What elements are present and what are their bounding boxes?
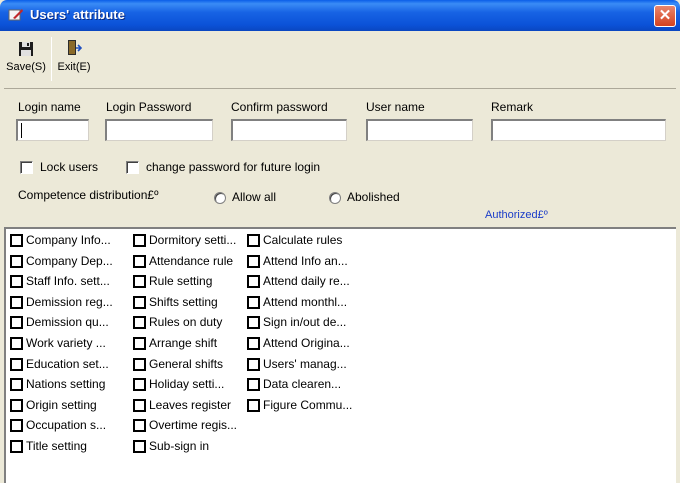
authorized-label: Authorized£º xyxy=(485,209,548,221)
allow-all-label: Allow all xyxy=(232,190,277,204)
toolbar: Save(S) Exit(E) xyxy=(4,31,676,89)
user-name-field[interactable] xyxy=(366,119,473,141)
permission-label: Education set... xyxy=(26,356,109,371)
user-name-label: User name xyxy=(366,100,425,114)
permission-checkbox[interactable] xyxy=(10,234,23,247)
permission-checkbox[interactable] xyxy=(247,254,260,268)
permission-label: Data clearen... xyxy=(263,377,342,392)
text-caret xyxy=(21,123,22,138)
permission-checkbox[interactable] xyxy=(247,398,260,412)
permission-checkbox[interactable] xyxy=(10,275,23,289)
permission-checkbox[interactable] xyxy=(247,275,260,289)
permission-checkbox[interactable] xyxy=(133,440,146,453)
permission-checkbox[interactable] xyxy=(247,337,260,350)
confirm-password-label: Confirm password xyxy=(231,100,328,114)
login-password-field[interactable] xyxy=(105,119,213,141)
close-icon: ✕ xyxy=(658,7,672,24)
permission-label: Users' manag... xyxy=(263,356,347,371)
permission-label: Dormitory setti... xyxy=(149,233,237,247)
permission-label: Company Dep... xyxy=(26,253,113,268)
permission-label: Occupation s... xyxy=(26,418,107,433)
permission-checkbox[interactable] xyxy=(133,275,146,289)
permission-label: Work variety ... xyxy=(26,336,106,350)
remark-field[interactable] xyxy=(491,119,666,141)
permission-label: Demission qu... xyxy=(26,315,109,330)
save-button[interactable]: Save(S) xyxy=(6,37,46,85)
title-bar: Users' attribute ✕ xyxy=(0,0,680,31)
allow-all-radio[interactable] xyxy=(214,192,226,204)
permission-checkbox[interactable] xyxy=(133,419,146,433)
permission-label: Attend daily re... xyxy=(263,274,350,289)
permission-label: Nations setting xyxy=(26,377,106,392)
permission-checkbox[interactable] xyxy=(133,337,146,350)
permission-label: Attend monthl... xyxy=(263,294,348,309)
permission-label: Origin setting xyxy=(26,397,97,412)
permission-label: Staff Info. sett... xyxy=(26,274,110,289)
permission-label: Calculate rules xyxy=(263,233,343,247)
save-label: Save(S) xyxy=(6,61,46,73)
lock-users-checkbox[interactable] xyxy=(20,161,33,174)
app-icon xyxy=(8,7,24,23)
abolished-label: Abolished xyxy=(347,190,400,204)
window-title: Users' attribute xyxy=(30,7,125,22)
permission-label: Attend Origina... xyxy=(263,336,350,350)
permission-label: Sign in/out de... xyxy=(263,315,347,330)
permission-checkbox[interactable] xyxy=(133,234,146,247)
permission-label: Figure Commu... xyxy=(263,397,353,412)
change-password-checkbox[interactable] xyxy=(126,161,139,174)
permission-label: Arrange shift xyxy=(149,336,218,350)
login-name-label: Login name xyxy=(18,100,81,114)
abolished-radio[interactable] xyxy=(329,192,341,204)
permission-checkbox[interactable] xyxy=(133,254,146,268)
permission-label: Shifts setting xyxy=(149,294,218,309)
permission-checkbox[interactable] xyxy=(247,234,260,247)
permission-checkbox[interactable] xyxy=(10,398,23,412)
permission-checkbox[interactable] xyxy=(10,337,23,350)
permission-checkbox[interactable] xyxy=(133,316,146,330)
user-form: Login name Login Password Confirm passwo… xyxy=(4,90,676,226)
toolbar-separator xyxy=(51,37,52,81)
confirm-password-field[interactable] xyxy=(231,119,347,141)
permission-checkbox[interactable] xyxy=(133,378,146,392)
close-button[interactable]: ✕ xyxy=(654,5,676,27)
permission-label: Overtime regis... xyxy=(149,418,238,433)
permission-label: Sub-sign in xyxy=(149,439,210,453)
lock-users-label: Lock users xyxy=(40,160,99,174)
remark-label: Remark xyxy=(491,100,534,114)
change-password-label: change password for future login xyxy=(146,160,321,174)
exit-button[interactable]: Exit(E) xyxy=(56,37,92,85)
permission-label: Rules on duty xyxy=(149,315,223,330)
login-name-field[interactable] xyxy=(16,119,89,141)
permission-label: Company Info... xyxy=(26,233,111,247)
permission-checkbox[interactable] xyxy=(10,419,23,433)
floppy-disk-icon xyxy=(6,37,46,59)
permission-checkbox[interactable] xyxy=(10,440,23,453)
permissions-panel: Company Info... Company Dep... Staff Info.… xyxy=(4,227,676,483)
permission-label: Title setting xyxy=(26,439,87,453)
permission-checkbox[interactable] xyxy=(247,316,260,330)
exit-door-icon xyxy=(56,37,92,59)
permission-checkbox[interactable] xyxy=(10,378,23,392)
permission-checkbox[interactable] xyxy=(247,295,260,309)
permission-checkbox[interactable] xyxy=(247,378,260,392)
permission-checkbox[interactable] xyxy=(10,316,23,330)
permission-checkbox[interactable] xyxy=(133,295,146,309)
permission-label: Attend Info an... xyxy=(263,253,348,268)
permission-checkbox[interactable] xyxy=(10,357,23,371)
competence-distribution-label: Competence distribution£º xyxy=(18,188,159,202)
permission-checkbox[interactable] xyxy=(10,295,23,309)
permission-label: Attendance rule xyxy=(149,253,234,268)
permission-label: Holiday setti... xyxy=(149,377,225,392)
permission-checkbox[interactable] xyxy=(247,357,260,371)
permission-label: Demission reg... xyxy=(26,294,113,309)
permission-label: General shifts xyxy=(149,356,224,371)
permission-checkbox[interactable] xyxy=(133,398,146,412)
permission-checkbox[interactable] xyxy=(133,357,146,371)
login-password-label: Login Password xyxy=(106,100,192,114)
permission-label: Rule setting xyxy=(149,274,213,289)
permission-checkbox[interactable] xyxy=(10,254,23,268)
exit-label: Exit(E) xyxy=(57,61,91,73)
permission-label: Leaves register xyxy=(149,397,232,412)
